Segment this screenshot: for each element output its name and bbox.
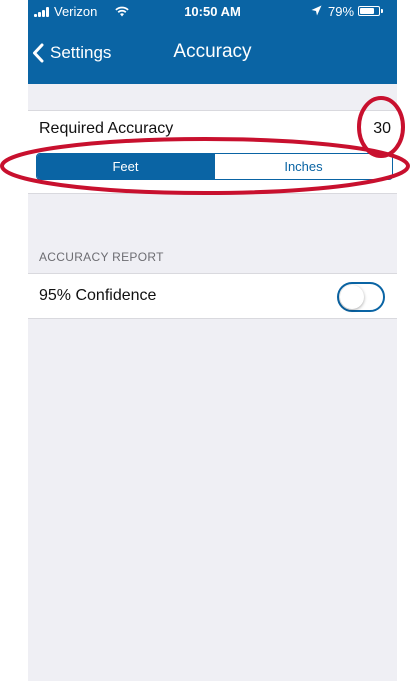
- battery-percentage: 79%: [328, 4, 355, 19]
- battery-tip: [381, 9, 383, 13]
- battery-level: [360, 8, 374, 14]
- confidence-toggle[interactable]: [337, 282, 385, 312]
- battery-icon: [358, 6, 380, 16]
- required-accuracy-value[interactable]: 30: [373, 120, 391, 138]
- segment-inches[interactable]: Inches: [214, 154, 392, 179]
- navigation-header: Verizon 10:50 AM 79% Settings Accuracy: [28, 0, 397, 84]
- segment-feet[interactable]: Feet: [37, 154, 214, 179]
- status-bar: Verizon 10:50 AM 79%: [28, 0, 397, 24]
- required-accuracy-cell: Required Accuracy 30 Feet Inches: [28, 110, 397, 194]
- phone-screen: Verizon 10:50 AM 79% Settings Accuracy R…: [28, 0, 397, 681]
- section-header-accuracy-report: ACCURACY REPORT: [39, 250, 164, 264]
- required-accuracy-label: Required Accuracy: [39, 120, 174, 137]
- confidence-label: 95% Confidence: [39, 287, 157, 304]
- confidence-cell: 95% Confidence: [28, 273, 397, 319]
- toggle-knob: [340, 285, 364, 309]
- page-title: Accuracy: [173, 41, 252, 62]
- unit-segmented-control: Feet Inches: [36, 153, 393, 180]
- location-arrow-icon: [311, 5, 322, 16]
